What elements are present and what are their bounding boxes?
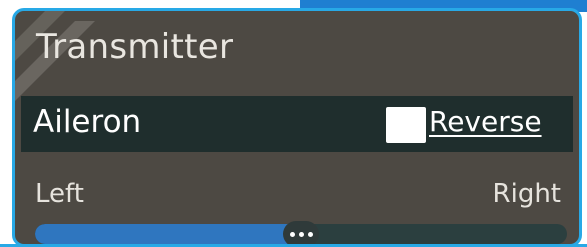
reverse-link[interactable]: Reverse bbox=[429, 105, 542, 138]
channel-label: Aileron bbox=[33, 104, 142, 140]
transmitter-panel: Transmitter Aileron Reverse Left Right bbox=[12, 8, 582, 247]
panel-title: Transmitter bbox=[36, 27, 234, 67]
slider-right-label: Right bbox=[492, 179, 561, 209]
channel-row: Aileron Reverse bbox=[21, 96, 573, 152]
grip-dots-icon bbox=[289, 231, 313, 237]
slider-left-label: Left bbox=[35, 179, 84, 209]
slider-fill bbox=[35, 224, 301, 244]
app-frame: Transmitter Aileron Reverse Left Right bbox=[0, 0, 587, 247]
reverse-checkbox[interactable] bbox=[386, 107, 426, 143]
